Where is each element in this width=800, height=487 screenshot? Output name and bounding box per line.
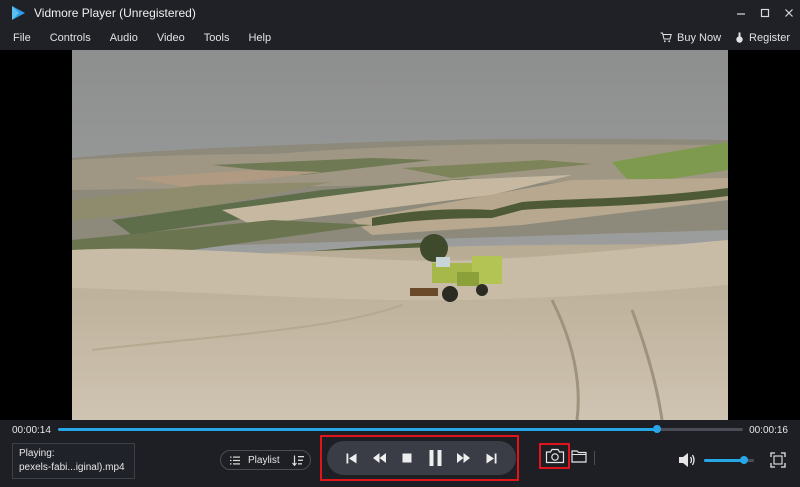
menu-controls[interactable]: Controls xyxy=(50,32,91,44)
rewind-icon xyxy=(372,453,386,463)
seek-handle[interactable] xyxy=(653,425,662,433)
play-logo-icon xyxy=(12,5,25,20)
volume-slider[interactable] xyxy=(704,456,754,464)
maximize-button[interactable] xyxy=(754,0,776,25)
video-content-image xyxy=(72,50,728,420)
now-playing-filename: pexels-fabi...iginal).mp4 xyxy=(19,462,125,473)
divider xyxy=(594,451,595,465)
window-title: Vidmore Player (Unregistered) xyxy=(34,5,196,20)
video-frame xyxy=(72,50,728,420)
title-bar: Vidmore Player (Unregistered) xyxy=(0,0,800,25)
skip-previous-icon xyxy=(346,453,357,463)
minimize-icon xyxy=(737,12,745,15)
volume-icon[interactable] xyxy=(678,452,696,468)
camera-icon[interactable] xyxy=(545,448,565,464)
fast-forward-icon xyxy=(457,453,471,463)
stop-button[interactable] xyxy=(398,449,416,467)
forward-button[interactable] xyxy=(455,449,473,467)
now-playing-label: Playing: xyxy=(19,448,55,459)
register-label: Register xyxy=(749,31,790,44)
menu-tools[interactable]: Tools xyxy=(204,32,230,44)
menu-bar: File Controls Audio Video Tools Help Buy… xyxy=(0,25,800,50)
now-playing-box: Playing: pexels-fabi...iginal).mp4 xyxy=(12,443,135,479)
control-bar: Playing: pexels-fabi...iginal).mp4 Playl… xyxy=(0,435,800,487)
stop-icon xyxy=(402,453,412,463)
maximize-icon xyxy=(760,8,770,17)
skip-next-icon xyxy=(486,453,497,463)
close-button[interactable] xyxy=(778,0,800,25)
key-icon xyxy=(736,32,743,43)
buy-now-label: Buy Now xyxy=(677,31,722,44)
menu-file[interactable]: File xyxy=(13,32,31,44)
fullscreen-icon[interactable] xyxy=(770,452,786,468)
seek-bar-fill xyxy=(58,428,658,431)
folder-icon[interactable] xyxy=(571,449,587,463)
seek-bar[interactable] xyxy=(58,425,743,433)
video-display[interactable] xyxy=(0,50,800,420)
close-icon xyxy=(785,8,793,17)
playlist-button[interactable]: Playlist xyxy=(220,450,311,470)
rewind-button[interactable] xyxy=(370,449,388,467)
volume-handle[interactable] xyxy=(740,456,748,464)
menu-help[interactable]: Help xyxy=(248,32,271,44)
menu-video[interactable]: Video xyxy=(157,32,185,44)
menu-audio[interactable]: Audio xyxy=(110,32,138,44)
next-button[interactable] xyxy=(483,449,501,467)
pause-icon xyxy=(429,450,442,466)
list-icon xyxy=(230,456,240,464)
current-time: 00:00:14 xyxy=(12,425,51,436)
sort-icon[interactable] xyxy=(291,455,304,466)
cart-icon xyxy=(660,32,672,43)
buy-now-button[interactable]: Buy Now xyxy=(660,32,721,44)
playlist-label: Playlist xyxy=(248,454,280,466)
pause-button[interactable] xyxy=(427,449,445,467)
minimize-button[interactable] xyxy=(730,0,752,25)
previous-button[interactable] xyxy=(342,449,360,467)
transport-controls xyxy=(327,441,516,475)
total-time: 00:00:16 xyxy=(749,425,788,436)
register-button[interactable]: Register xyxy=(735,32,790,44)
volume-slider-fill xyxy=(704,459,744,462)
